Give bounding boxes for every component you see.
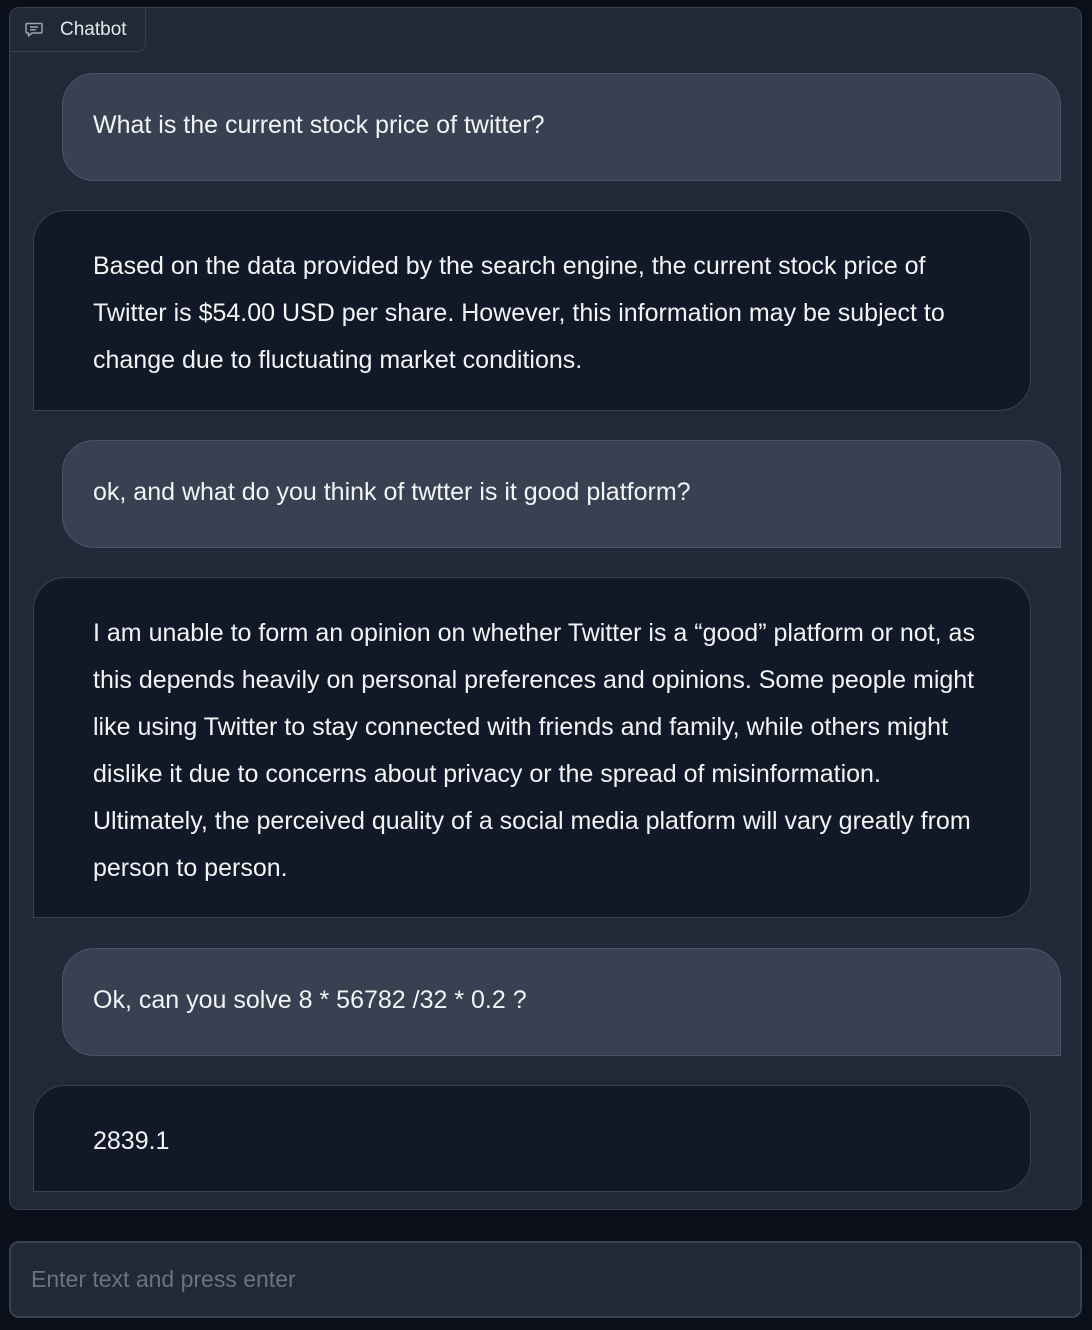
user-message: What is the current stock price of twitt… [62,73,1061,181]
message-text: 2839.1 [93,1127,170,1155]
message-list: What is the current stock price of twitt… [10,8,1081,1209]
chatbot-panel: Chatbot What is the current stock price … [9,7,1082,1210]
chatbot-label: Chatbot [10,8,146,52]
user-message: Ok, can you solve 8 * 56782 /32 * 0.2 ? [62,948,1061,1056]
bot-message: I am unable to form an opinion on whethe… [33,577,1031,918]
message-text: ok, and what do you think of twtter is i… [93,478,691,506]
message-text: What is the current stock price of twitt… [93,111,545,139]
chatbot-label-text: Chatbot [60,18,127,40]
message-input-container [9,1241,1082,1318]
message-text: Based on the data provided by the search… [93,252,945,374]
message-text: Ok, can you solve 8 * 56782 /32 * 0.2 ? [93,986,527,1014]
message-input[interactable] [11,1243,1080,1316]
chat-icon [24,22,44,38]
message-text: I am unable to form an opinion on whethe… [93,619,975,882]
bot-message: 2839.1 [33,1085,1031,1192]
user-message: ok, and what do you think of twtter is i… [62,440,1061,548]
bot-message: Based on the data provided by the search… [33,210,1031,411]
